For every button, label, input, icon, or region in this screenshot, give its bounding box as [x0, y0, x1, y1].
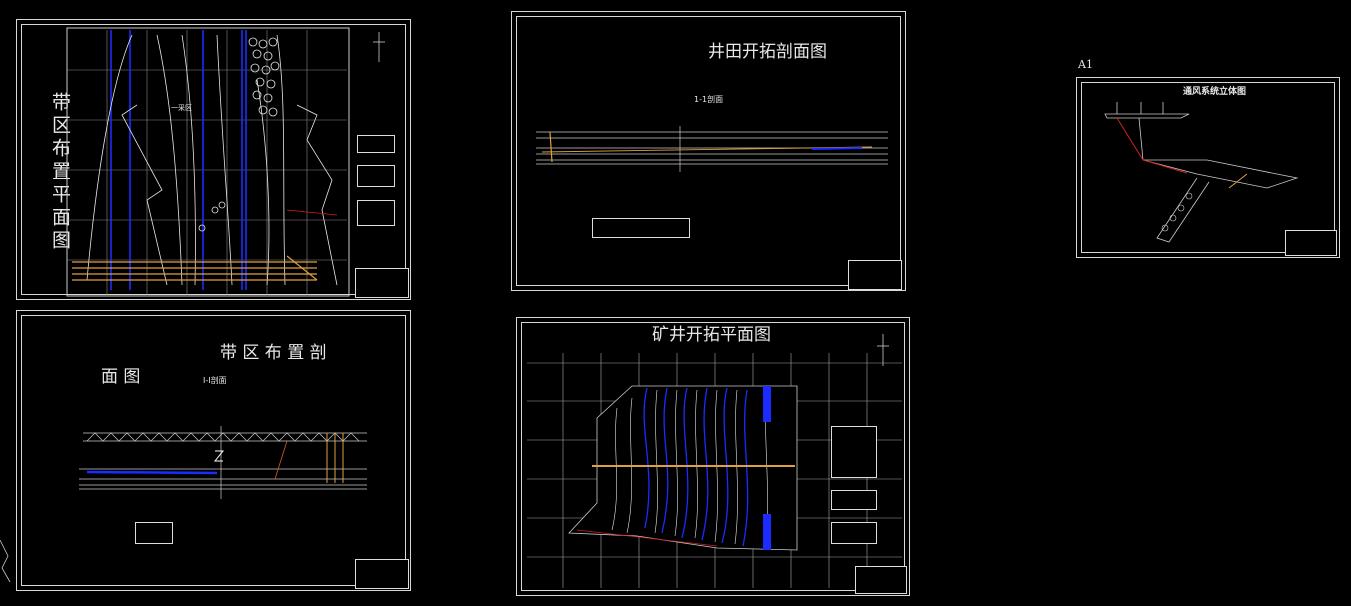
title-block — [355, 559, 409, 589]
sheet-mine-development-plan[interactable]: 矿井开拓平面图 — [516, 317, 910, 596]
title-block — [1285, 230, 1337, 256]
partial-sheet-corner — [0, 539, 11, 583]
legend-table — [831, 426, 877, 478]
legend-table — [357, 200, 395, 226]
plan-drawing — [66, 27, 385, 297]
title-block — [355, 268, 409, 298]
legend-table — [135, 522, 173, 544]
section-drawing — [79, 426, 367, 499]
sheet-area-layout-plan[interactable]: 带区布置平面图 一采区 — [16, 19, 411, 300]
sheet-ventilation-3d[interactable]: 通风系统立体图 — [1076, 77, 1340, 258]
legend-table — [357, 165, 395, 187]
title-block — [855, 566, 907, 594]
area-label: 一采区 — [171, 104, 192, 112]
sheet-mine-field-section[interactable]: 井田开拓剖面图 1-1剖面 — [511, 11, 906, 291]
legend-table — [592, 218, 690, 238]
sheet-area-layout-section[interactable]: 带 区 布 置 剖 面 图 I-I剖面 — [16, 310, 411, 591]
title-block — [848, 260, 902, 290]
sheet-tag: A1 — [1078, 58, 1093, 71]
legend-table — [831, 522, 877, 544]
legend-table — [357, 135, 395, 153]
section-drawing — [536, 126, 888, 172]
legend-table — [831, 490, 877, 510]
